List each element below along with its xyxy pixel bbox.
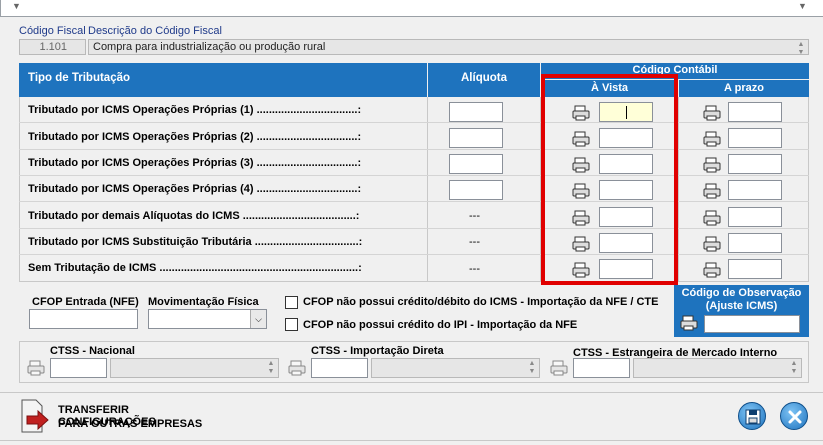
col-aprazo-header: A prazo — [679, 80, 809, 97]
col-tipo-header: Tipo de Tributação — [19, 63, 427, 97]
cfop-entrada-input[interactable] — [29, 309, 138, 329]
printer-icon[interactable] — [702, 156, 722, 174]
codigo-fiscal-label: Código Fiscal — [19, 25, 86, 37]
aliquota-input[interactable] — [449, 102, 503, 122]
aprazo-input[interactable] — [728, 128, 782, 148]
movimentacao-select[interactable]: ⌵ — [148, 309, 267, 329]
save-button[interactable] — [738, 402, 766, 430]
highlight-box — [541, 74, 678, 285]
ctss-importacao-code[interactable] — [311, 358, 368, 378]
row-label: Tributado por ICMS Operações Próprias (3… — [28, 157, 362, 169]
transfer-label-2: PARA OUTRAS EMPRESAS — [58, 418, 203, 430]
printer-icon[interactable] — [26, 359, 46, 377]
aliquota-na: --- — [469, 236, 480, 248]
aprazo-input[interactable] — [728, 154, 782, 174]
transfer-icon — [21, 399, 49, 433]
aliquota-na: --- — [469, 263, 480, 275]
printer-icon[interactable] — [702, 182, 722, 200]
chevron-down-icon[interactable]: ⌵ — [250, 310, 266, 328]
row-label: Tributado por ICMS Operações Próprias (1… — [28, 104, 362, 116]
row-label: Sem Tributação de ICMS .................… — [28, 262, 362, 274]
no-ipi-credit-checkbox[interactable] — [285, 318, 298, 331]
ctss-estrangeira-code[interactable] — [573, 358, 630, 378]
cfop-entrada-label: CFOP Entrada (NFE) — [32, 296, 139, 308]
close-icon — [788, 410, 802, 424]
floppy-disk-icon — [745, 409, 761, 425]
codigo-fiscal-field: 1.101 — [19, 39, 86, 55]
row-label: Tributado por ICMS Substituição Tributár… — [28, 236, 363, 248]
close-button[interactable] — [780, 402, 808, 430]
descricao-label: Descrição do Código Fiscal — [88, 25, 222, 37]
printer-icon[interactable] — [702, 130, 722, 148]
ctss-estrangeira-desc: ▲ ▼ — [633, 358, 802, 378]
observacao-label: Código de Observação (Ajuste ICMS) — [681, 287, 802, 312]
observacao-panel: Código de Observação (Ajuste ICMS) — [674, 285, 809, 337]
observacao-input[interactable] — [704, 315, 800, 333]
aprazo-input[interactable] — [728, 259, 782, 279]
col-aliquota-header: Alíquota — [428, 63, 540, 97]
descricao-value: Compra para industrialização ou produção… — [93, 41, 326, 53]
aliquota-input[interactable] — [449, 180, 503, 200]
printer-icon[interactable] — [702, 261, 722, 279]
descricao-scroll[interactable]: ▲ ▼ — [795, 41, 807, 56]
aprazo-input[interactable] — [728, 180, 782, 200]
ctss-nacional-desc: ▲ ▼ — [110, 358, 279, 378]
no-icms-credit-label: CFOP não possui crédito/débito do ICMS -… — [303, 296, 659, 308]
printer-icon[interactable] — [702, 104, 722, 122]
ctss-importacao-label: CTSS - Importação Direta — [311, 345, 444, 357]
printer-icon[interactable] — [702, 209, 722, 227]
ctss-importacao-desc: ▲ ▼ — [371, 358, 540, 378]
top-field-right-arrow[interactable]: ▼ — [798, 1, 807, 11]
printer-icon[interactable] — [679, 314, 699, 332]
movimentacao-label: Movimentação Física — [148, 296, 259, 308]
printer-icon[interactable] — [702, 235, 722, 253]
aliquota-input[interactable] — [449, 154, 503, 174]
top-field[interactable] — [0, 0, 823, 17]
transfer-button[interactable]: TRANSFERIR CONFIGURAÇÕES PARA OUTRAS EMP… — [18, 398, 228, 438]
row-label: Tributado por ICMS Operações Próprias (4… — [28, 183, 362, 195]
aliquota-na: --- — [469, 210, 480, 222]
aprazo-input[interactable] — [728, 233, 782, 253]
ctss-nacional-label: CTSS - Nacional — [50, 345, 135, 357]
descricao-field: Compra para industrialização ou produção… — [88, 39, 809, 56]
aprazo-input[interactable] — [728, 207, 782, 227]
printer-icon[interactable] — [549, 359, 569, 377]
aliquota-input[interactable] — [449, 128, 503, 148]
top-field-left-arrow[interactable]: ▼ — [12, 1, 21, 11]
row-label: Tributado por ICMS Operações Próprias (2… — [28, 131, 362, 143]
row-label: Tributado por demais Alíquotas do ICMS .… — [28, 210, 360, 222]
printer-icon[interactable] — [287, 359, 307, 377]
no-ipi-credit-label: CFOP não possui crédito do IPI - Importa… — [303, 319, 578, 331]
no-icms-credit-checkbox[interactable] — [285, 296, 298, 309]
aprazo-input[interactable] — [728, 102, 782, 122]
ctss-nacional-code[interactable] — [50, 358, 107, 378]
